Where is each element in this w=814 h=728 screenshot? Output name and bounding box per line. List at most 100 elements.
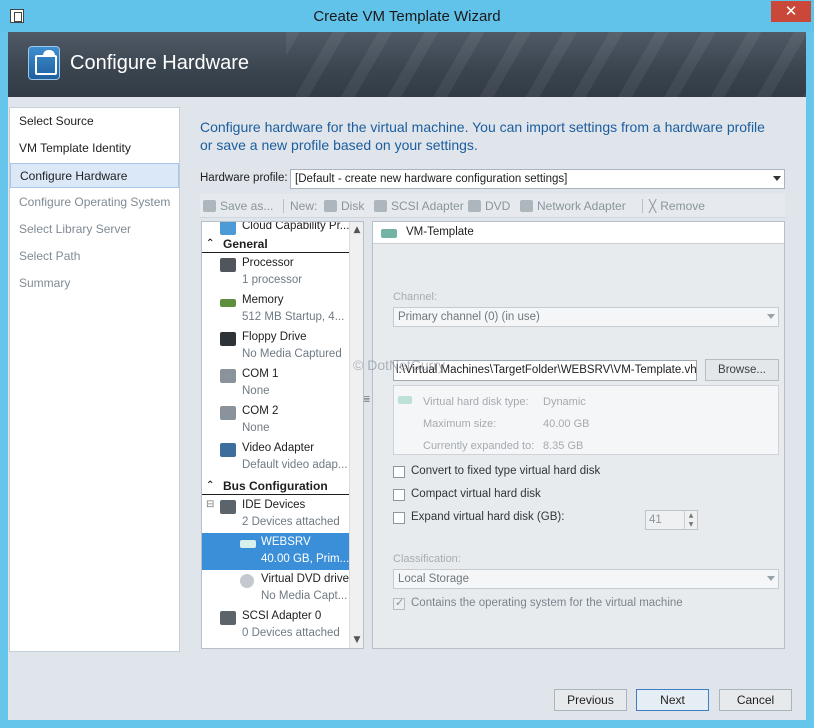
nav-item-select-path: Select Path bbox=[19, 249, 81, 263]
floppy-icon bbox=[220, 332, 236, 346]
save-as-button[interactable]: Save as... bbox=[203, 194, 273, 218]
tree-item-label: WEBSRV bbox=[261, 536, 311, 548]
tree-item-sub: 1 processor bbox=[242, 274, 303, 286]
processor-icon bbox=[220, 258, 236, 272]
scroll-down-icon[interactable]: ▼ bbox=[351, 633, 363, 647]
new-scsi-adapter-button[interactable]: SCSI Adapter bbox=[374, 194, 464, 218]
remove-button[interactable]: ╳ Remove bbox=[649, 194, 705, 218]
new-disk-button[interactable]: Disk bbox=[324, 194, 364, 218]
memory-icon bbox=[220, 299, 236, 307]
hardware-tree: Cloud Capability Pr... ⌃ General Process… bbox=[201, 221, 364, 649]
new-dvd-button[interactable]: DVD bbox=[468, 194, 510, 218]
hardware-profile-value: [Default - create new hardware configura… bbox=[295, 173, 568, 185]
tree-item-scsi-adapter[interactable]: SCSI Adapter 0 0 Devices attached bbox=[202, 607, 349, 644]
remove-icon: ╳ bbox=[649, 199, 657, 213]
disk-label: Disk bbox=[341, 199, 365, 213]
next-button[interactable]: Next bbox=[636, 689, 709, 711]
tree-item-label: Processor bbox=[242, 257, 294, 269]
nav-item-select-library-server: Select Library Server bbox=[19, 222, 132, 236]
expanded-label: Currently expanded to: bbox=[423, 440, 535, 452]
classification-label: Classification: bbox=[393, 553, 461, 565]
header-banner: Configure Hardware bbox=[8, 32, 806, 97]
tree-item-ide-devices[interactable]: ⊟ IDE Devices 2 Devices attached bbox=[202, 496, 349, 533]
browse-button[interactable]: Browse... bbox=[705, 359, 779, 381]
hardware-profile-select[interactable]: [Default - create new hardware configura… bbox=[290, 169, 785, 189]
cloud-icon bbox=[220, 222, 236, 235]
banner-pattern bbox=[286, 32, 806, 97]
tree-item-com2[interactable]: COM 2 None bbox=[202, 402, 349, 439]
save-icon bbox=[203, 200, 216, 212]
tree-item-label: Video Adapter bbox=[242, 442, 315, 454]
dvd-icon bbox=[468, 200, 481, 212]
tree-item-websrv[interactable]: WEBSRV 40.00 GB, Prim... bbox=[202, 533, 349, 570]
wizard-client: Configure Hardware Select Source VM Temp… bbox=[8, 32, 806, 720]
tree-item-sub: No Media Captured bbox=[242, 348, 342, 360]
section-header-bus-configuration[interactable]: ⌃ Bus Configuration bbox=[202, 477, 349, 495]
tree-scrollbar[interactable]: ▲ ▼ bbox=[349, 222, 363, 648]
chevron-down-icon bbox=[767, 314, 775, 319]
expanded-value: 8.35 GB bbox=[543, 440, 584, 452]
contains-os-label: Contains the operating system for the vi… bbox=[411, 597, 683, 609]
tree-item-sub: Default video adap... bbox=[242, 459, 348, 471]
scsi-adapter-label: SCSI Adapter bbox=[391, 199, 464, 213]
remove-label: Remove bbox=[660, 199, 705, 213]
hard-disk-icon bbox=[240, 540, 256, 548]
details-header: VM-Template bbox=[373, 222, 784, 244]
new-label: New: bbox=[290, 199, 318, 213]
panel-splitter-icon[interactable]: ≣ bbox=[363, 395, 371, 405]
expand-size-value: 41 bbox=[649, 514, 662, 526]
section-header-label: Bus Configuration bbox=[223, 479, 328, 493]
compact-vhd-label: Compact virtual hard disk bbox=[411, 488, 541, 500]
tree-item-floppy-drive[interactable]: Floppy Drive No Media Captured bbox=[202, 328, 349, 365]
watermark: © DotNetCurry bbox=[353, 357, 445, 373]
nav-item-select-source[interactable]: Select Source bbox=[10, 109, 179, 134]
vhd-info-box: Virtual hard disk type: Dynamic Maximum … bbox=[393, 385, 779, 455]
details-panel: VM-Template Channel: Primary channel (0)… bbox=[372, 221, 785, 649]
expand-vhd-checkbox[interactable] bbox=[393, 512, 405, 524]
video-adapter-icon bbox=[220, 443, 236, 457]
close-button[interactable]: ✕ bbox=[771, 1, 811, 22]
new-network-adapter-button[interactable]: Network Adapter bbox=[520, 194, 626, 218]
tree-item-processor[interactable]: Processor 1 processor bbox=[202, 254, 349, 291]
stepper-down-icon: ▼ bbox=[684, 520, 697, 529]
wizard-nav: Select Source VM Template Identity Confi… bbox=[9, 107, 180, 652]
hardware-tree-list: Cloud Capability Pr... ⌃ General Process… bbox=[202, 222, 349, 648]
tree-item-sub: None bbox=[242, 422, 270, 434]
vhd-type-label: Virtual hard disk type: bbox=[423, 396, 529, 408]
wizard-window: Create VM Template Wizard ✕ Configure Ha… bbox=[0, 0, 814, 728]
max-size-value: 40.00 GB bbox=[543, 418, 590, 430]
nav-item-vm-template-identity[interactable]: VM Template Identity bbox=[10, 136, 179, 161]
section-header-label: General bbox=[223, 237, 268, 251]
scroll-up-icon[interactable]: ▲ bbox=[351, 223, 363, 237]
disk-icon bbox=[324, 200, 337, 212]
tree-item-com1[interactable]: COM 1 None bbox=[202, 365, 349, 402]
section-header-general[interactable]: ⌃ General bbox=[202, 235, 349, 253]
previous-button[interactable]: Previous bbox=[554, 689, 627, 711]
tree-item-label: COM 2 bbox=[242, 405, 279, 417]
tree-item-sub: 0 Devices attached bbox=[242, 627, 340, 639]
classification-select: Local Storage bbox=[393, 569, 779, 589]
nav-item-summary: Summary bbox=[19, 276, 71, 290]
tree-item-label: Floppy Drive bbox=[242, 331, 307, 343]
cancel-button[interactable]: Cancel bbox=[719, 689, 792, 711]
tree-item-sub: No Media Capt... bbox=[261, 590, 348, 602]
tree-item-cloud-capability[interactable]: Cloud Capability Pr... bbox=[202, 222, 349, 236]
tree-item-virtual-dvd-drive[interactable]: Virtual DVD drive No Media Capt... bbox=[202, 570, 349, 607]
com-port-icon bbox=[220, 369, 236, 383]
compact-vhd-checkbox[interactable] bbox=[393, 489, 405, 501]
tree-item-memory[interactable]: Memory 512 MB Startup, 4... bbox=[202, 291, 349, 328]
vhd-type-value: Dynamic bbox=[543, 396, 586, 408]
tree-item-video-adapter[interactable]: Video Adapter Default video adap... bbox=[202, 439, 349, 476]
collapse-icon[interactable]: ⊟ bbox=[206, 499, 214, 510]
convert-fixed-checkbox[interactable] bbox=[393, 466, 405, 478]
nav-item-configure-hardware[interactable]: Configure Hardware bbox=[10, 163, 179, 188]
page-title: Configure Hardware bbox=[70, 52, 249, 74]
window-title: Create VM Template Wizard bbox=[313, 8, 501, 25]
tree-item-label: Memory bbox=[242, 294, 284, 306]
hardware-profile-label: Hardware profile: bbox=[200, 172, 288, 184]
title-bar: Create VM Template Wizard ✕ bbox=[0, 0, 814, 32]
convert-fixed-label: Convert to fixed type virtual hard disk bbox=[411, 465, 601, 477]
channel-select: Primary channel (0) (in use) bbox=[393, 307, 779, 327]
details-title: VM-Template bbox=[406, 226, 474, 238]
collapse-icon: ⌃ bbox=[206, 238, 215, 249]
